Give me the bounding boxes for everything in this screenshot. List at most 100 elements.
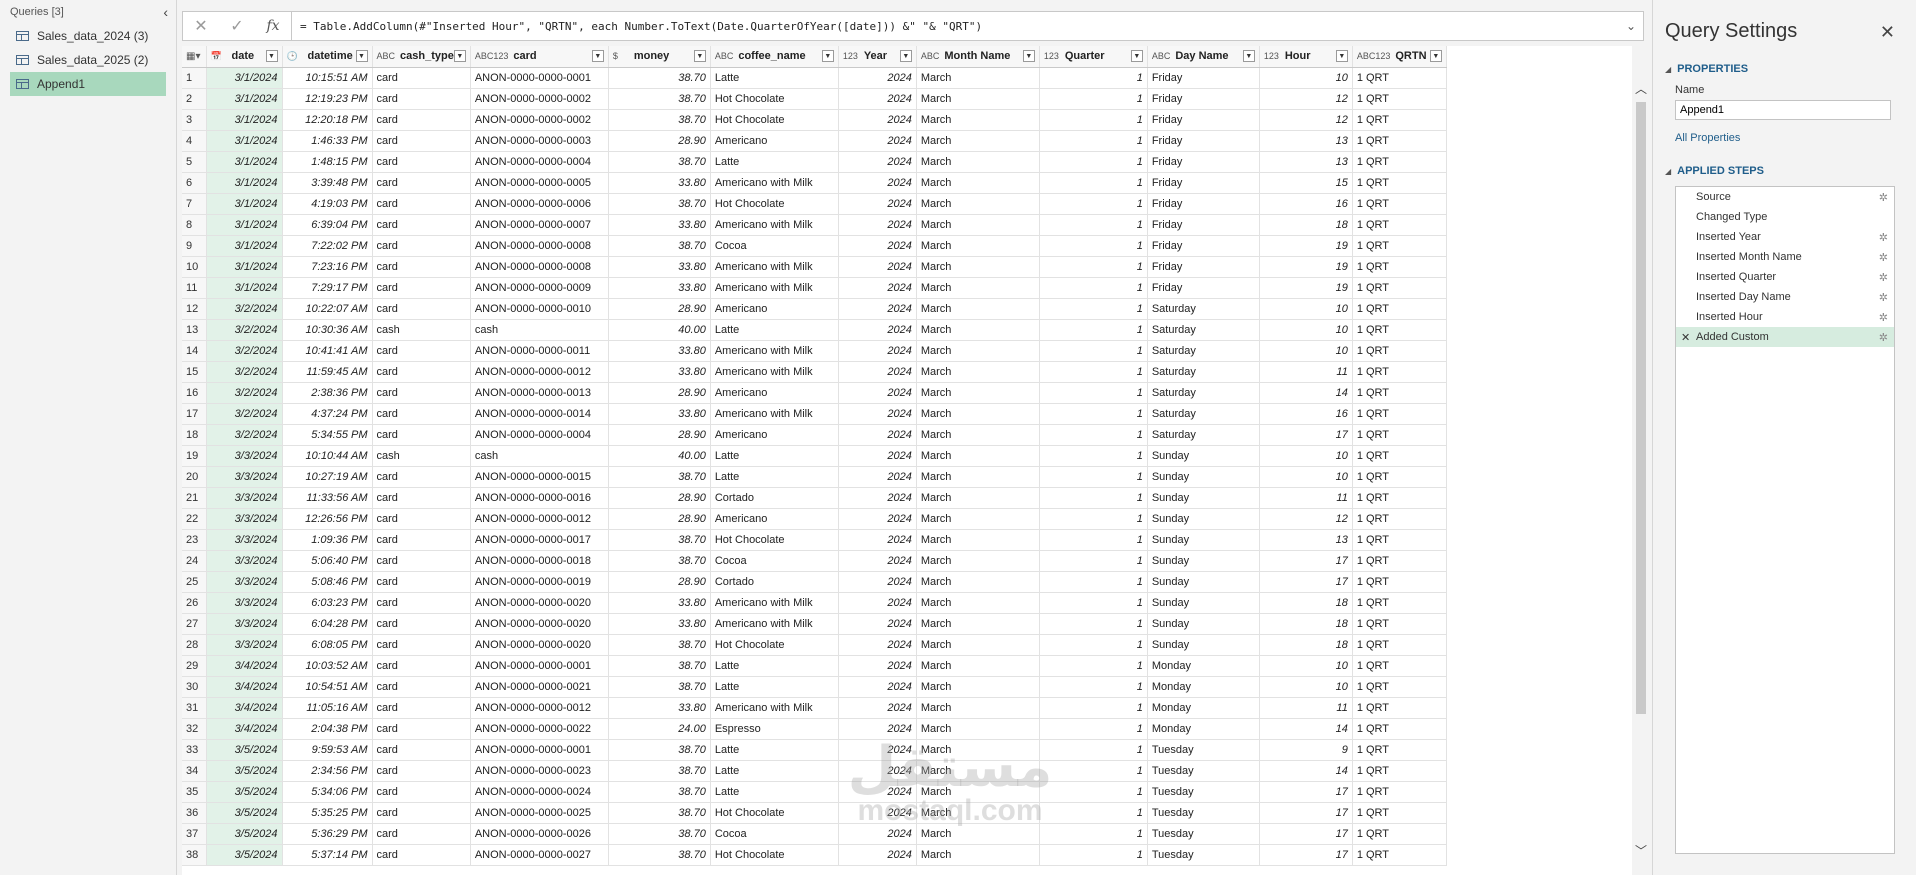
table-cell[interactable]: March [916,571,1040,593]
table-cell[interactable]: card [372,340,471,362]
table-row[interactable]: 25 3/3/2024 5:08:46 PM card ANON-0000-0000-0… [182,571,1447,593]
table-cell[interactable]: Americano with Milk [710,214,839,236]
table-cell[interactable]: 2024 [838,529,917,551]
table-cell[interactable]: 18 [1259,592,1353,614]
gear-icon[interactable]: ✲ [1879,231,1888,244]
table-cell[interactable]: 1 QRT [1352,487,1447,509]
table-cell[interactable]: 1 QRT [1352,214,1447,236]
table-cell[interactable]: 17 [1259,844,1353,866]
table-cell[interactable]: 38.70 [608,739,711,761]
table-cell[interactable]: ANON-0000-0000-0016 [470,487,609,509]
table-cell[interactable]: 2024 [838,634,917,656]
table-cell[interactable]: 11 [1259,487,1353,509]
table-cell[interactable]: Hot Chocolate [710,634,839,656]
query-item[interactable]: Sales_data_2025 (2) [10,48,166,72]
table-cell[interactable]: 28.90 [608,508,711,530]
table-cell[interactable]: 1 [1039,634,1148,656]
table-cell[interactable]: 3/3/2024 [206,592,283,614]
table-cell[interactable]: 5:08:46 PM [282,571,373,593]
table-cell[interactable]: 3/2/2024 [206,361,283,383]
table-row[interactable]: 2 3/1/2024 12:19:23 PM card ANON-0000-0000-0… [182,88,1447,110]
table-cell[interactable]: 2024 [838,235,917,257]
table-cell[interactable]: 1 QRT [1352,718,1447,740]
table-cell[interactable]: 10 [1259,340,1353,362]
table-cell[interactable]: card [372,193,471,215]
table-cell[interactable]: 1 [1039,67,1148,89]
table-cell[interactable]: 17 [1259,424,1353,446]
column-type-icon[interactable]: ABC [1152,51,1171,61]
table-cell[interactable]: ANON-0000-0000-0020 [470,592,609,614]
row-number[interactable]: 38 [182,844,207,866]
table-cell[interactable]: 13 [1259,529,1353,551]
table-cell[interactable]: 2024 [838,130,917,152]
table-cell[interactable]: 1 [1039,781,1148,803]
table-cell[interactable]: 2024 [838,487,917,509]
query-item[interactable]: Sales_data_2024 (3) [10,24,166,48]
table-cell[interactable]: 1 QRT [1352,298,1447,320]
table-cell[interactable]: 10:15:51 AM [282,67,373,89]
table-cell[interactable]: Friday [1147,256,1260,278]
table-cell[interactable]: March [916,529,1040,551]
table-cell[interactable]: Latte [710,319,839,341]
table-cell[interactable]: 40.00 [608,319,711,341]
column-type-icon[interactable]: ABC [377,51,396,61]
table-cell[interactable]: card [372,844,471,866]
column-type-icon[interactable]: ABC123 [475,51,509,61]
table-cell[interactable]: Latte [710,760,839,782]
table-cell[interactable]: 2024 [838,466,917,488]
applied-steps-header[interactable]: ◢ APPLIED STEPS [1665,165,1764,177]
table-cell[interactable]: ANON-0000-0000-0015 [470,466,609,488]
table-cell[interactable]: 3/1/2024 [206,193,283,215]
table-cell[interactable]: 1 QRT [1352,193,1447,215]
table-cell[interactable]: card [372,487,471,509]
table-cell[interactable]: 38.70 [608,676,711,698]
table-cell[interactable]: 1 [1039,193,1148,215]
table-cell[interactable]: 1 [1039,109,1148,131]
table-cell[interactable]: March [916,109,1040,131]
row-number[interactable]: 1 [182,67,207,89]
close-icon[interactable]: ✕ [183,16,219,36]
table-cell[interactable]: 1 QRT [1352,88,1447,110]
table-cell[interactable]: card [372,256,471,278]
gear-icon[interactable]: ✲ [1879,191,1888,204]
row-number[interactable]: 14 [182,340,207,362]
table-cell[interactable]: Hot Chocolate [710,802,839,824]
table-cell[interactable]: Americano [710,424,839,446]
row-number[interactable]: 18 [182,424,207,446]
table-cell[interactable]: Saturday [1147,382,1260,404]
table-cell[interactable]: 1 [1039,466,1148,488]
table-cell[interactable]: 3/5/2024 [206,781,283,803]
table-cell[interactable]: 2024 [838,655,917,677]
table-cell[interactable]: Tuesday [1147,781,1260,803]
table-cell[interactable]: March [916,403,1040,425]
gear-icon[interactable]: ✲ [1879,291,1888,304]
table-cell[interactable]: 3/2/2024 [206,382,283,404]
table-cell[interactable]: 19 [1259,235,1353,257]
table-cell[interactable]: 1 QRT [1352,592,1447,614]
table-cell[interactable]: 1 QRT [1352,235,1447,257]
table-cell[interactable]: Hot Chocolate [710,844,839,866]
query-name-input[interactable] [1675,100,1891,120]
table-cell[interactable]: card [372,634,471,656]
table-cell[interactable]: 38.70 [608,844,711,866]
table-cell[interactable]: ANON-0000-0000-0014 [470,403,609,425]
applied-step[interactable]: Inserted Year ✲ [1676,227,1894,247]
chevron-down-icon[interactable]: ﹀ [1635,842,1647,859]
table-cell[interactable]: 1 [1039,739,1148,761]
table-cell[interactable]: 28.90 [608,424,711,446]
table-cell[interactable]: Americano [710,508,839,530]
table-cell[interactable]: card [372,592,471,614]
table-cell[interactable]: March [916,361,1040,383]
table-cell[interactable]: ANON-0000-0000-0012 [470,697,609,719]
table-cell[interactable]: 1 [1039,676,1148,698]
table-cell[interactable]: Americano with Milk [710,613,839,635]
table-cell[interactable]: 2024 [838,88,917,110]
table-cell[interactable]: Latte [710,781,839,803]
table-cell[interactable]: March [916,781,1040,803]
table-row[interactable]: 27 3/3/2024 6:04:28 PM card ANON-0000-0000-0… [182,613,1447,635]
table-cell[interactable]: 1 [1039,718,1148,740]
row-number[interactable]: 15 [182,361,207,383]
table-cell[interactable]: March [916,214,1040,236]
table-cell[interactable]: 38.70 [608,760,711,782]
table-cell[interactable]: 1 [1039,340,1148,362]
